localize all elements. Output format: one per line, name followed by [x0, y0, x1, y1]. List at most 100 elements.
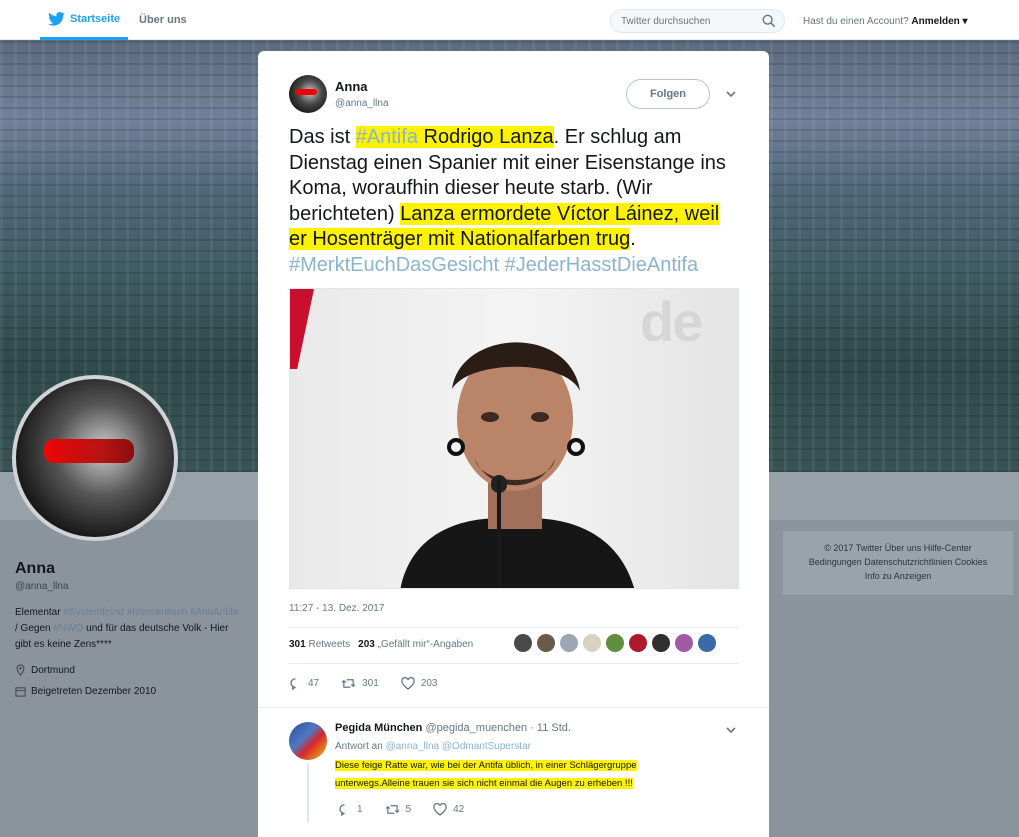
- likes-count: 203: [358, 639, 375, 650]
- likes-stat[interactable]: 203 „Gefällt mir“-Angaben: [358, 639, 473, 650]
- footer-line-2[interactable]: Bedingungen Datenschutzrichtlinien Cooki…: [783, 555, 1013, 569]
- profile-location: Dortmund: [15, 664, 75, 676]
- liker-avatar[interactable]: [559, 633, 579, 653]
- reply-retweet-action[interactable]: 5: [385, 803, 412, 816]
- tweet-modal: Anna @anna_llna Folgen Das ist #Antifa R…: [258, 51, 769, 837]
- tweet-author-handle[interactable]: @anna_llna: [335, 98, 389, 109]
- reply-to-label: Antwort an: [335, 741, 386, 752]
- bio-mid: / Gegen: [15, 623, 54, 634]
- photo-person: [400, 342, 635, 588]
- retweet-icon: [341, 679, 356, 688]
- liker-avatar[interactable]: [582, 633, 602, 653]
- tweet-author-avatar[interactable]: [289, 75, 327, 113]
- retweets-stat[interactable]: 301 Retweets: [289, 639, 350, 650]
- heart-icon: [401, 677, 415, 690]
- thread-line: [307, 763, 309, 823]
- reply-author[interactable]: Pegida München @pegida_muenchen · 11 Std…: [335, 722, 571, 734]
- nav-home-label: Startseite: [70, 12, 121, 25]
- like-action[interactable]: 203: [401, 677, 438, 690]
- liker-avatar[interactable]: [674, 633, 694, 653]
- liker-avatar[interactable]: [651, 633, 671, 653]
- tweet-photo[interactable]: de: [289, 288, 739, 589]
- likes-label: „Gefällt mir“-Angaben: [377, 639, 474, 650]
- footer-line-3[interactable]: Info zu Anzeigen: [783, 569, 1013, 583]
- heart-icon: [433, 803, 447, 816]
- follow-button[interactable]: Folgen: [626, 79, 710, 109]
- footer-links: © 2017 Twitter Über uns Hilfe-Center Bed…: [783, 531, 1013, 595]
- avatar-red-visor: [44, 439, 134, 463]
- bio-hashtag-nwo[interactable]: #NWO: [53, 623, 83, 634]
- retweet-action[interactable]: 301: [341, 677, 379, 690]
- search-input[interactable]: Twitter durchsuchen: [610, 9, 785, 33]
- search-placeholder: Twitter durchsuchen: [621, 16, 711, 27]
- reply-chevron-down-icon[interactable]: [725, 724, 737, 736]
- reply-reply-action[interactable]: 1: [338, 803, 363, 816]
- login-link[interactable]: Anmelden ▾: [911, 16, 967, 27]
- reply-like-action[interactable]: 42: [433, 803, 464, 816]
- photo-background-logo: de: [640, 290, 703, 353]
- chevron-down-icon[interactable]: [725, 88, 737, 100]
- tweet-avatar-visor: [295, 89, 317, 95]
- like-count: 203: [420, 678, 438, 689]
- tweet-stats: 301 Retweets 203 „Gefällt mir“-Angaben: [289, 639, 473, 650]
- divider: [289, 627, 739, 628]
- reply-to-line: Antwort an @anna_llna @OdmantSuperstar: [335, 741, 531, 752]
- tweet-author-name[interactable]: Anna: [335, 79, 368, 94]
- profile-name: Anna: [15, 560, 55, 577]
- retweet-icon: [385, 805, 399, 814]
- nav-about-link[interactable]: Über uns: [139, 14, 187, 26]
- liker-avatar[interactable]: [605, 633, 625, 653]
- retweets-label: Retweets: [308, 639, 351, 650]
- bio-hashtags[interactable]: #Systemfeind #Islamkritisch: [63, 607, 187, 618]
- profile-avatar[interactable]: [12, 375, 178, 541]
- liker-avatar[interactable]: [628, 633, 648, 653]
- profile-joined: Beigetreten Dezember 2010: [15, 686, 156, 697]
- joined-text: Beigetreten Dezember 2010: [31, 686, 157, 697]
- reply-reply-count: 1: [357, 804, 363, 815]
- tweet-text: Das ist #Antifa Rodrigo Lanza. Er schlug…: [289, 125, 739, 278]
- photo-red-logo-shape: [290, 289, 314, 369]
- account-prompt-text: Hast du einen Account?: [803, 16, 909, 27]
- reply-like-count: 42: [453, 804, 465, 815]
- search-icon[interactable]: [762, 14, 776, 28]
- reply-text: Diese feige Ratte war, wie bei der Antif…: [335, 757, 695, 793]
- reply-icon: [290, 678, 296, 690]
- footer-line-1[interactable]: © 2017 Twitter Über uns Hilfe-Center: [783, 541, 1013, 555]
- top-nav: Startseite Über uns Twitter durchsuchen …: [0, 0, 1019, 40]
- photo-microphone: [497, 479, 501, 588]
- profile-handle: @anna_llna: [15, 581, 69, 592]
- reply-retweet-count: 5: [405, 804, 412, 815]
- nav-home-tab[interactable]: Startseite: [40, 0, 129, 40]
- retweets-count: 301: [289, 639, 306, 650]
- retweet-count: 301: [362, 678, 379, 689]
- reply-author-handle: @pegida_muenchen · 11 Std.: [422, 722, 571, 734]
- reply-to-mentions[interactable]: @anna_llna @OdmantSuperstar: [386, 741, 531, 752]
- reply-author-name[interactable]: Pegida München: [335, 722, 422, 734]
- reply-icon: [339, 804, 345, 816]
- reply-action[interactable]: 47: [289, 677, 319, 690]
- location-text: Dortmund: [31, 664, 75, 676]
- reply-text-highlight: Diese feige Ratte war, wie bei der Antif…: [335, 760, 637, 789]
- tweet-text-1: Das ist: [289, 126, 356, 148]
- tweet-text-name: Rodrigo Lanza: [417, 126, 554, 148]
- profile-bio: Elementar #Systemfeind #Islamkritisch #A…: [15, 605, 240, 653]
- liker-avatar[interactable]: [697, 633, 717, 653]
- tweet-timestamp[interactable]: 11:27 - 13. Dez. 2017: [289, 603, 384, 614]
- reply-count: 47: [308, 678, 320, 689]
- bio-hashtag-antiantifa[interactable]: #AntiAntifa: [190, 607, 238, 618]
- tweet-text-end: .: [630, 228, 636, 250]
- tweet-hashtags[interactable]: #MerktEuchDasGesicht #JederHasstDieAntif…: [289, 254, 698, 276]
- account-prompt: Hast du einen Account? Anmelden ▾: [803, 16, 968, 27]
- divider: [289, 663, 739, 664]
- location-pin-icon: [16, 664, 25, 676]
- twitter-bird-icon: [48, 11, 65, 26]
- hashtag-antifa[interactable]: #Antifa: [355, 126, 418, 148]
- bio-prefix: Elementar: [15, 607, 64, 618]
- reply-author-avatar[interactable]: [289, 722, 327, 760]
- liker-avatar[interactable]: [513, 633, 533, 653]
- tweet-actions: 47 301 203: [289, 677, 438, 690]
- reply-actions: 1 5 42: [338, 803, 464, 816]
- calendar-icon: [15, 687, 26, 697]
- liker-avatars: [513, 633, 717, 653]
- liker-avatar[interactable]: [536, 633, 556, 653]
